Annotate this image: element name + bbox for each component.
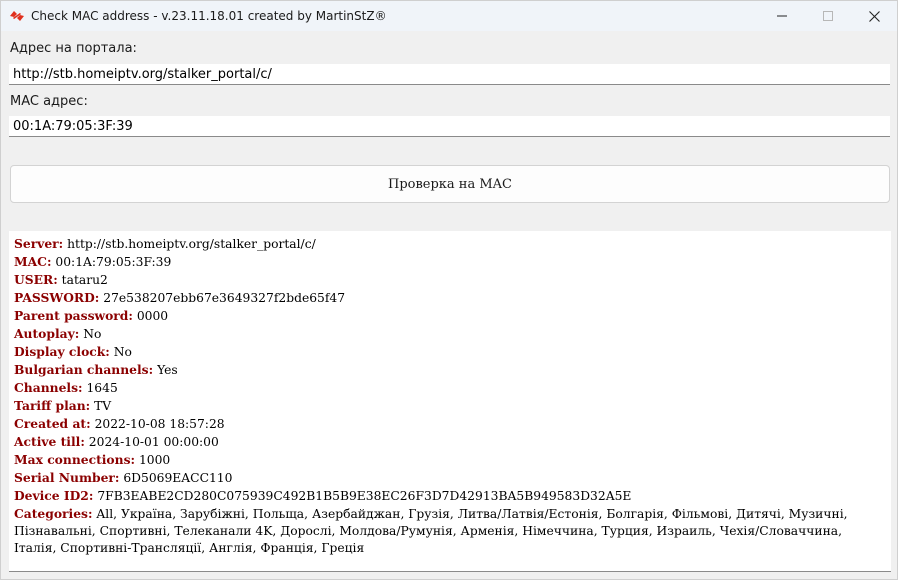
result-value: tataru2 <box>61 273 108 287</box>
result-key: Device ID2: <box>14 488 94 503</box>
result-row: Tariff plan: TV <box>14 397 886 415</box>
result-row: Categories: All, Україна, Зарубіжні, Пол… <box>14 505 886 557</box>
minimize-button[interactable] <box>759 1 805 31</box>
mac-address-label: MAC адрес: <box>10 94 88 109</box>
check-mac-button[interactable]: Проверка на MAC <box>10 165 890 203</box>
result-value: 2022-10-08 18:57:28 <box>94 417 225 431</box>
minimize-icon <box>777 15 787 17</box>
result-value: 7FB3EABE2CD280C075939C492B1B5B9E38EC26F3… <box>97 489 632 503</box>
result-row: Device ID2: 7FB3EABE2CD280C075939C492B1B… <box>14 487 886 505</box>
result-value: Yes <box>157 363 178 377</box>
result-row: Serial Number: 6D5069EACC110 <box>14 469 886 487</box>
maximize-icon <box>823 11 833 21</box>
app-logo-icon <box>10 11 24 21</box>
result-row: Parent password: 0000 <box>14 307 886 325</box>
result-value: No <box>113 345 132 359</box>
result-row: MAC: 00:1A:79:05:3F:39 <box>14 253 886 271</box>
result-key: Tariff plan: <box>14 398 91 413</box>
result-key: Created at: <box>14 416 91 431</box>
result-value: 1645 <box>86 381 118 395</box>
portal-address-input[interactable] <box>9 64 890 85</box>
result-value: 27e538207ebb67e3649327f2bde65f47 <box>103 291 346 305</box>
result-key: PASSWORD: <box>14 290 100 305</box>
result-key: Display clock: <box>14 344 110 359</box>
result-value: No <box>83 327 102 341</box>
result-key: Parent password: <box>14 308 133 323</box>
result-key: Bulgarian channels: <box>14 362 154 377</box>
result-row: Bulgarian channels: Yes <box>14 361 886 379</box>
result-key: Categories: <box>14 506 93 521</box>
result-row: Max connections: 1000 <box>14 451 886 469</box>
result-row: Active till: 2024-10-01 00:00:00 <box>14 433 886 451</box>
result-output[interactable]: Server: http://stb.homeiptv.org/stalker_… <box>9 231 891 572</box>
result-row: Display clock: No <box>14 343 886 361</box>
result-value: 2024-10-01 00:00:00 <box>88 435 219 449</box>
result-key: Server: <box>14 236 64 251</box>
result-value: All, Україна, Зарубіжні, Польща, Азербай… <box>14 507 848 555</box>
close-icon <box>868 10 880 22</box>
result-key: Autoplay: <box>14 326 80 341</box>
result-row: Autoplay: No <box>14 325 886 343</box>
result-value: 0000 <box>136 309 169 323</box>
result-row: Channels: 1645 <box>14 379 886 397</box>
result-value: TV <box>94 399 112 413</box>
result-value: http://stb.homeiptv.org/stalker_portal/c… <box>67 237 316 251</box>
result-key: Channels: <box>14 380 83 395</box>
result-row: USER: tataru2 <box>14 271 886 289</box>
result-key: Active till: <box>14 434 85 449</box>
app-window: Check MAC address - v.23.11.18.01 create… <box>0 0 898 580</box>
result-row: Created at: 2022-10-08 18:57:28 <box>14 415 886 433</box>
result-key: Serial Number: <box>14 470 120 485</box>
result-row: PASSWORD: 27e538207ebb67e3649327f2bde65f… <box>14 289 886 307</box>
result-key: MAC: <box>14 254 52 269</box>
mac-address-input[interactable] <box>9 116 890 137</box>
close-button[interactable] <box>851 1 897 31</box>
result-value: 6D5069EACC110 <box>123 471 233 485</box>
maximize-button[interactable] <box>805 1 851 31</box>
result-value: 00:1A:79:05:3F:39 <box>55 255 172 269</box>
result-key: USER: <box>14 272 58 287</box>
result-row: Server: http://stb.homeiptv.org/stalker_… <box>14 235 886 253</box>
result-value: 1000 <box>138 453 171 467</box>
title-bar[interactable]: Check MAC address - v.23.11.18.01 create… <box>1 1 897 31</box>
portal-address-label: Адрес на портала: <box>10 41 137 56</box>
window-title: Check MAC address - v.23.11.18.01 create… <box>31 9 387 23</box>
result-key: Max connections: <box>14 452 136 467</box>
